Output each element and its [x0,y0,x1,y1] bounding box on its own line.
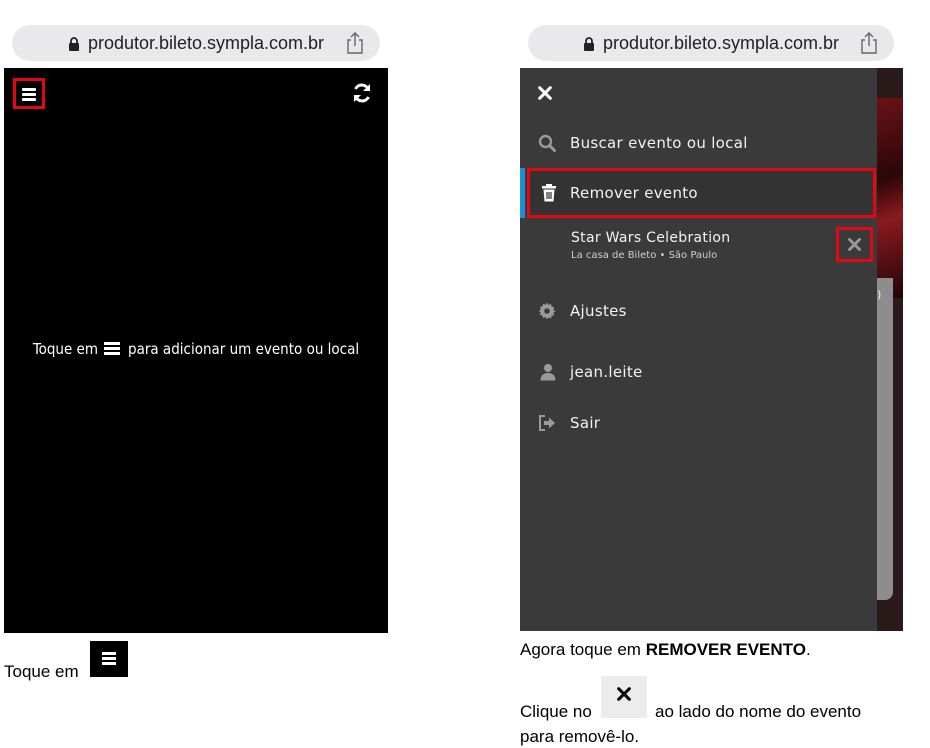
empty-state-message: Toque em para adicionar um evento ou loca… [32,340,360,358]
url-bar-right[interactable]: produtor.bileto.sympla.com.br [528,25,894,61]
menu-icon [104,342,122,355]
menu-item-settings[interactable]: Ajustes [570,302,627,320]
share-icon[interactable] [346,32,364,54]
gear-icon [538,302,556,320]
refresh-icon[interactable] [351,82,373,104]
event-poster [877,98,903,298]
close-icon [848,238,861,251]
menu-item-search[interactable]: Buscar evento ou local [570,134,748,152]
side-drawer [520,68,877,631]
caption-right-step-2-cont: ao lado do nome do evento [655,702,862,721]
remove-event-label: Remover evento [570,184,698,202]
caption-right-step-2: Clique no [520,702,592,721]
event-name: Star Wars Celebration [571,230,731,246]
active-indicator [520,168,525,218]
caption-right-step-3: para removê-lo. [520,727,640,746]
close-icon[interactable] [537,85,553,101]
event-venue: La casa de Bileto • São Paulo [571,250,718,261]
menu-button[interactable] [13,78,45,109]
lock-icon [583,37,594,51]
event-card [877,278,893,600]
url-text-left: produtor.bileto.sympla.com.br [87,32,325,53]
close-icon [601,676,647,718]
menu-item-user[interactable]: jean.leite [570,363,643,381]
caption-right-step-1: Agora toque em REMOVER EVENTO. [520,640,811,659]
url-text-right: produtor.bileto.sympla.com.br [602,32,840,53]
url-bar-left[interactable]: produtor.bileto.sympla.com.br [12,25,380,61]
menu-icon [90,641,128,677]
peek-content: ) [877,288,882,301]
trash-icon [542,184,556,202]
logout-icon [539,415,555,431]
user-icon [540,364,556,381]
lock-icon [68,37,79,51]
menu-icon [22,88,36,91]
share-icon[interactable] [860,32,878,54]
menu-item-logout[interactable]: Sair [570,414,600,432]
caption-left: Toque em [4,662,79,681]
remove-event-button[interactable] [836,227,873,262]
search-icon [538,134,556,152]
